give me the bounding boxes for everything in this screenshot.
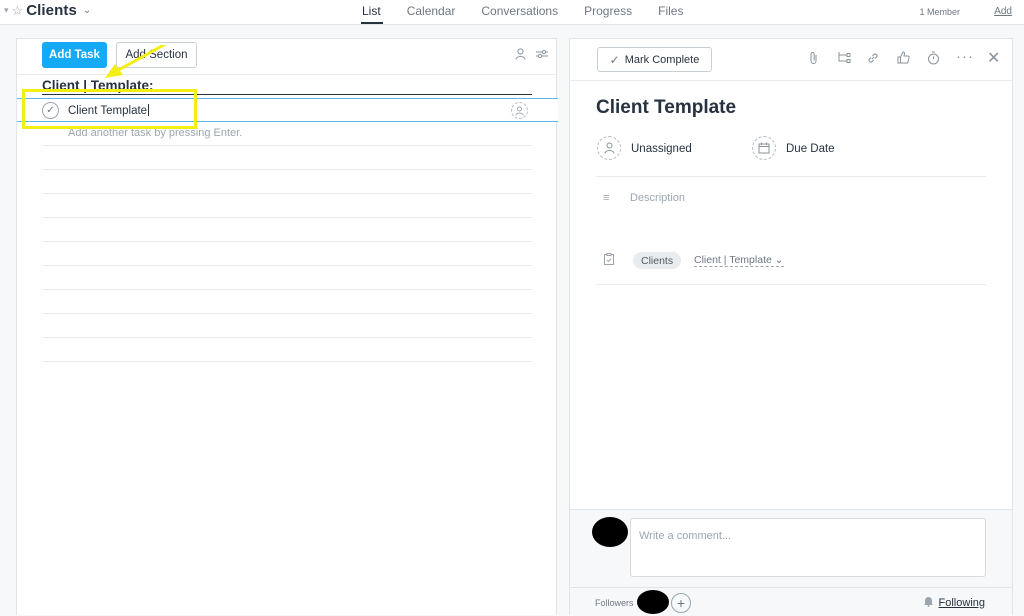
section-dropdown-label: Client | Template: [694, 254, 772, 266]
tab-files[interactable]: Files: [658, 4, 683, 18]
comment-input[interactable]: Write a comment...: [630, 518, 986, 577]
tab-progress[interactable]: Progress: [584, 4, 632, 18]
chevron-down-icon[interactable]: ⌄: [83, 5, 91, 16]
arrow-annotation: [105, 45, 167, 78]
task-detail-panel: ✓ Mark Complete ··· ✕ Client Template Un…: [569, 38, 1013, 616]
add-member-link[interactable]: Add: [994, 6, 1012, 17]
project-title[interactable]: Clients: [26, 2, 77, 19]
close-icon[interactable]: ✕: [987, 48, 1000, 68]
expand-caret-icon[interactable]: ▾: [4, 5, 9, 16]
timer-icon[interactable]: [927, 51, 940, 68]
subtask-icon[interactable]: [837, 51, 851, 67]
empty-row-line[interactable]: [42, 217, 532, 218]
detail-toolbar-divider: [570, 80, 1012, 81]
empty-row-line[interactable]: [42, 265, 532, 266]
description-field[interactable]: Description: [630, 192, 685, 204]
tab-calendar[interactable]: Calendar: [407, 4, 456, 18]
follower-avatar[interactable]: [637, 590, 669, 614]
project-pill[interactable]: Clients: [633, 252, 682, 269]
empty-row-line[interactable]: [42, 361, 532, 362]
view-tabs: List Calendar Conversations Progress Fil…: [362, 4, 709, 18]
comment-area: Write a comment... Followers + Following: [570, 509, 1012, 616]
following-toggle[interactable]: Following: [923, 595, 985, 610]
chevron-down-icon: ⌄: [774, 254, 784, 266]
link-icon[interactable]: [866, 51, 880, 68]
field-divider: [596, 176, 986, 177]
check-icon: ✓: [609, 52, 620, 67]
project-clipboard-icon: [604, 253, 614, 268]
following-label: Following: [938, 596, 985, 609]
highlight-annotation: [22, 89, 197, 129]
top-bar: ▾ ☆ Clients ⌄ List Calendar Conversation…: [0, 0, 1024, 25]
task-title[interactable]: Client Template: [596, 97, 736, 119]
comment-placeholder: Write a comment...: [639, 530, 732, 542]
avatar: [592, 517, 628, 547]
tab-conversations[interactable]: Conversations: [481, 4, 558, 18]
assignee-avatar-icon[interactable]: [597, 136, 621, 160]
add-follower-icon[interactable]: +: [671, 593, 691, 613]
section-dropdown[interactable]: Client | Template ⌄: [694, 254, 784, 267]
task-list-panel: Add Task Add Section Client | Template: …: [16, 38, 558, 615]
add-task-button[interactable]: Add Task: [42, 42, 107, 68]
empty-row-line[interactable]: [42, 241, 532, 242]
footer-divider: [570, 587, 1012, 588]
attachment-icon[interactable]: [808, 51, 819, 68]
active-tab-indicator: [361, 22, 383, 24]
empty-row-line[interactable]: [42, 313, 532, 314]
more-options-icon[interactable]: ···: [956, 48, 974, 65]
empty-row-line[interactable]: [42, 193, 532, 194]
assignee-icon[interactable]: [511, 102, 528, 119]
tab-list[interactable]: List: [362, 4, 381, 18]
bell-icon: [923, 595, 934, 610]
field-divider: [596, 284, 986, 285]
empty-row-line[interactable]: [42, 337, 532, 338]
empty-row-line[interactable]: [42, 169, 532, 170]
followers-label: Followers: [595, 598, 634, 608]
star-icon[interactable]: ☆: [12, 3, 24, 19]
calendar-icon[interactable]: [752, 136, 776, 160]
project-header: ▾ ☆ Clients ⌄: [4, 2, 91, 19]
like-icon[interactable]: [897, 51, 910, 67]
description-icon: ≡: [603, 192, 610, 204]
member-count[interactable]: 1 Member: [919, 7, 960, 17]
mark-complete-label: Mark Complete: [624, 53, 700, 66]
empty-row-line[interactable]: [42, 289, 532, 290]
sliders-icon[interactable]: [536, 49, 548, 59]
toolbar-divider: [17, 74, 556, 75]
empty-row-line[interactable]: [42, 145, 532, 146]
person-icon: [515, 106, 524, 116]
mark-complete-button[interactable]: ✓ Mark Complete: [597, 47, 712, 72]
assignee-field[interactable]: Unassigned: [631, 143, 692, 155]
person-filter-icon[interactable]: [515, 48, 526, 60]
due-date-field[interactable]: Due Date: [786, 143, 835, 155]
